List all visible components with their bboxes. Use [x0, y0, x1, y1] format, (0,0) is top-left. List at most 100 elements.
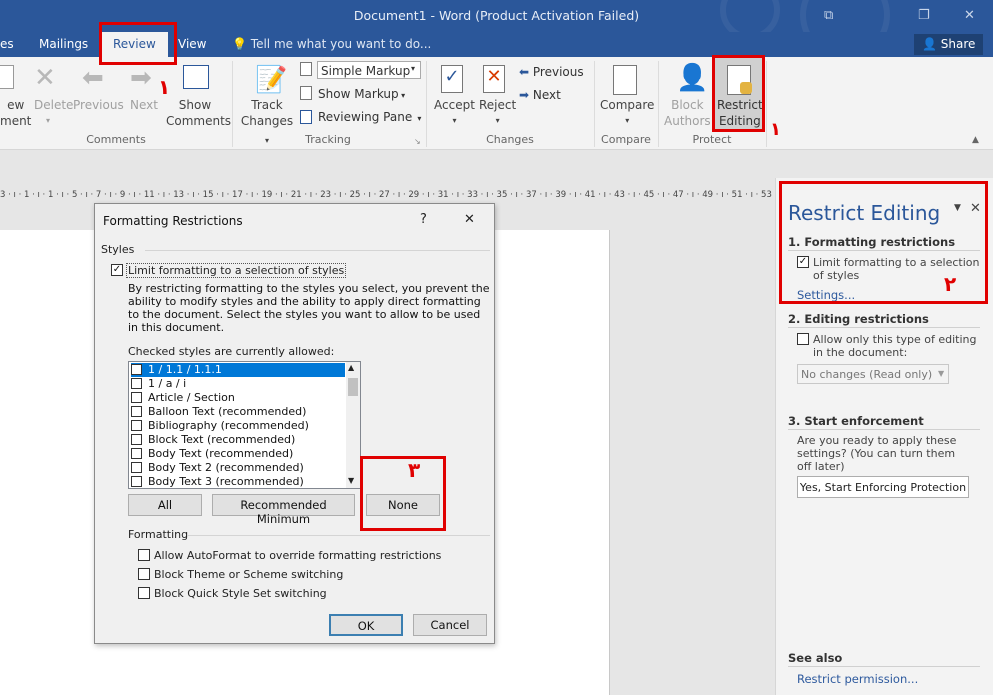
scroll-thumb[interactable]: [348, 378, 358, 396]
next-change-label: Next: [532, 88, 561, 102]
styles-listbox[interactable]: 1 / 1.1 / 1.1.1 1 / a / i Article / Sect…: [128, 361, 361, 489]
tab-view[interactable]: View: [178, 37, 206, 51]
style-name: Body Text 2 (recommended): [148, 461, 304, 474]
divider: [187, 535, 490, 536]
ribbon-display-icon[interactable]: ⧉: [824, 8, 833, 23]
style-list-item[interactable]: 1 / 1.1 / 1.1.1: [131, 363, 345, 377]
markup-select-value: Simple Markup: [321, 64, 411, 78]
show-markup-icon: [300, 86, 312, 100]
chevron-down-icon: ▼: [938, 369, 945, 378]
cancel-button[interactable]: Cancel: [413, 614, 487, 636]
style-list-item[interactable]: 1 / a / i: [131, 377, 345, 391]
delete-button[interactable]: Delete: [34, 97, 73, 113]
delete-dropdown-icon[interactable]: ▾: [46, 113, 50, 129]
changes-group-label: Changes: [486, 133, 534, 146]
style-checkbox[interactable]: [131, 462, 142, 473]
style-list-item[interactable]: Bibliography (recommended): [131, 419, 345, 433]
allow-editing-checkbox[interactable]: [797, 333, 809, 345]
tell-me-box[interactable]: 💡 Tell me what you want to do...: [232, 37, 431, 51]
section-enforcement-heading: 3. Start enforcement: [788, 414, 924, 428]
style-checkbox[interactable]: [131, 406, 142, 417]
styles-list-caption: Checked styles are currently allowed:: [128, 345, 335, 358]
close-icon[interactable]: ✕: [464, 212, 475, 227]
share-label: Share: [940, 37, 976, 51]
none-button-highlight: [360, 456, 446, 531]
style-checkbox[interactable]: [131, 392, 142, 403]
dialog-title: Formatting Restrictions: [103, 214, 243, 228]
show-comments-button[interactable]: Show Comments: [166, 97, 231, 129]
start-enforcing-button[interactable]: Yes, Start Enforcing Protection: [797, 476, 969, 498]
dialog-launcher-icon[interactable]: ↘: [414, 137, 421, 146]
style-name: Bibliography (recommended): [148, 419, 309, 432]
style-list-item[interactable]: Body Text (recommended): [131, 447, 345, 461]
reviewing-pane-label: Reviewing Pane: [318, 110, 413, 124]
style-checkbox[interactable]: [131, 448, 142, 459]
style-list-item[interactable]: Balloon Text (recommended): [131, 405, 345, 419]
scroll-up-icon[interactable]: ▲: [348, 363, 354, 372]
reject-button[interactable]: Reject ▾: [479, 97, 516, 129]
chevron-down-icon: ▾: [625, 116, 630, 125]
all-button[interactable]: All: [128, 494, 202, 516]
restore-icon[interactable]: ❐: [918, 8, 930, 23]
style-checkbox[interactable]: [131, 434, 142, 445]
style-name: Article / Section: [148, 391, 235, 404]
compare-button[interactable]: Compare ▾: [600, 97, 654, 129]
markup-select[interactable]: Simple Markup ▾: [317, 61, 421, 79]
limit-formatting-checkbox[interactable]: ✓: [111, 264, 123, 276]
restriction-description: By restricting formatting to the styles …: [128, 282, 490, 334]
reject-label: Reject: [479, 98, 517, 112]
previous-comment-button[interactable]: Previous: [73, 97, 124, 113]
divider: [145, 250, 490, 251]
style-checkbox[interactable]: [131, 476, 142, 487]
reviewing-pane-button[interactable]: Reviewing Pane ▾: [318, 110, 421, 124]
style-name: Body Text (recommended): [148, 447, 294, 460]
show-markup-button[interactable]: Show Markup ▾: [318, 87, 405, 101]
block-theme-checkbox[interactable]: [138, 568, 150, 580]
style-name: Body Text 3 (recommended): [148, 475, 304, 488]
next-change-button[interactable]: ➡ Next: [519, 88, 561, 102]
close-window-icon[interactable]: ✕: [964, 8, 975, 23]
style-list-item[interactable]: Block Text (recommended): [131, 433, 345, 447]
styles-scrollbar[interactable]: ▲ ▼: [346, 362, 360, 488]
new-comment-label-1: ew: [7, 98, 25, 112]
autoformat-checkbox[interactable]: [138, 549, 150, 561]
collapse-ribbon-icon[interactable]: ▲: [972, 135, 979, 145]
share-button[interactable]: 👤 Share: [914, 34, 984, 55]
scroll-down-icon[interactable]: ▼: [348, 476, 354, 485]
enforcement-question: Are you ready to apply these settings? (…: [797, 434, 957, 473]
compare-icon: [613, 65, 637, 95]
previous-comment-icon: ⬅: [82, 63, 104, 93]
style-name: 1 / a / i: [148, 377, 187, 390]
style-list-item[interactable]: Article / Section: [131, 391, 345, 405]
accept-button[interactable]: Accept ▾: [434, 97, 475, 129]
previous-change-button[interactable]: ⬅ Previous: [519, 65, 584, 79]
tab-mailings[interactable]: Mailings: [39, 37, 88, 51]
horizontal-ruler[interactable]: 3 · ı · 1 · ı · 1 · ı · 5 · ı · 7 · ı · …: [0, 190, 982, 202]
style-checkbox[interactable]: [131, 364, 142, 375]
compare-group-label: Compare: [601, 133, 651, 146]
restrict-permission-link[interactable]: Restrict permission...: [797, 672, 918, 686]
restrict-editing-box-highlight: [712, 55, 765, 132]
window-title: Document1 - Word (Product Activation Fai…: [353, 8, 640, 23]
block-quick-style-checkbox[interactable]: [138, 587, 150, 599]
style-list-item[interactable]: Body Text 2 (recommended): [131, 461, 345, 475]
editing-type-select[interactable]: No changes (Read only) ▼: [797, 364, 949, 384]
style-checkbox[interactable]: [131, 378, 142, 389]
new-comment-button[interactable]: ew ment: [0, 97, 31, 129]
recommended-minimum-button[interactable]: Recommended Minimum: [212, 494, 355, 526]
tab-references[interactable]: es: [0, 37, 14, 51]
style-list-item[interactable]: Body Text 3 (recommended): [131, 475, 345, 488]
block-authors-icon: 👤: [676, 63, 709, 93]
divider: [788, 429, 980, 430]
allow-editing-label: Allow only this type of editing in the d…: [813, 333, 977, 359]
block-authors-button[interactable]: Block Authors: [664, 97, 711, 129]
ok-button[interactable]: OK: [329, 614, 403, 636]
section-editing-heading: 2. Editing restrictions: [788, 312, 929, 326]
help-icon[interactable]: ?: [420, 212, 427, 227]
chevron-down-icon: ▾: [398, 91, 406, 100]
limit-formatting-label: Limit formatting to a selection of style…: [126, 263, 347, 278]
next-comment-button[interactable]: Next: [130, 97, 158, 113]
group-separator: [766, 61, 767, 147]
show-comments-icon: [183, 65, 209, 89]
style-checkbox[interactable]: [131, 420, 142, 431]
